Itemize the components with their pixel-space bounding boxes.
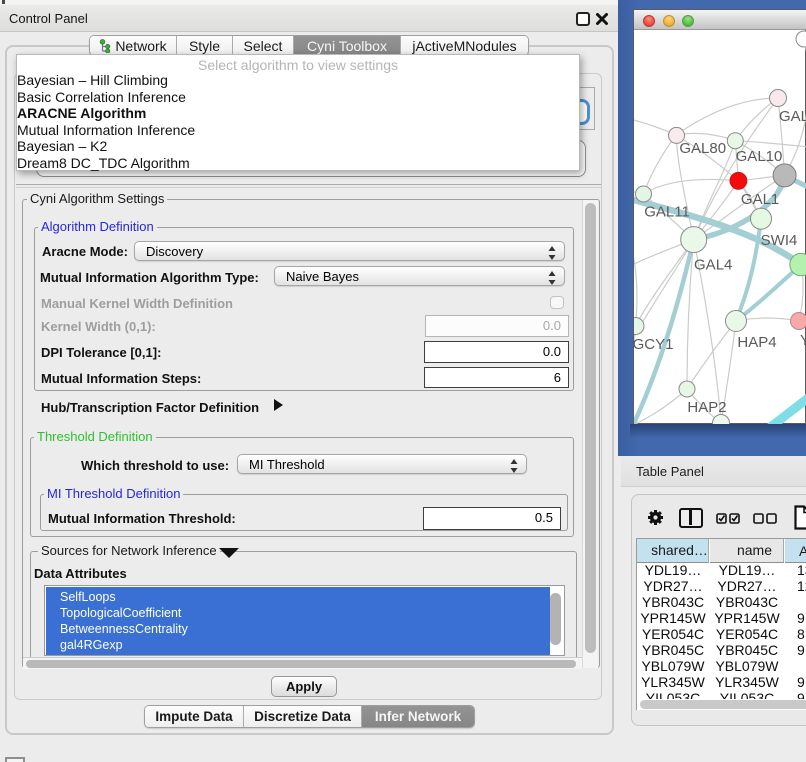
svg-text:HAP4: HAP4	[737, 334, 776, 351]
svg-text:HAP2: HAP2	[687, 399, 726, 416]
svg-text:GCY1: GCY1	[634, 336, 673, 353]
svg-text:GAL7: GAL7	[779, 108, 806, 125]
svg-text:SWI4: SWI4	[761, 232, 798, 249]
svg-text:GAL10: GAL10	[736, 148, 783, 165]
svg-text:YM: YM	[800, 332, 806, 349]
svg-text:GAL11: GAL11	[644, 204, 690, 221]
svg-text:GAL80: GAL80	[679, 140, 726, 157]
svg-text:GAL4: GAL4	[694, 257, 732, 274]
svg-text:GAL1: GAL1	[741, 191, 779, 208]
